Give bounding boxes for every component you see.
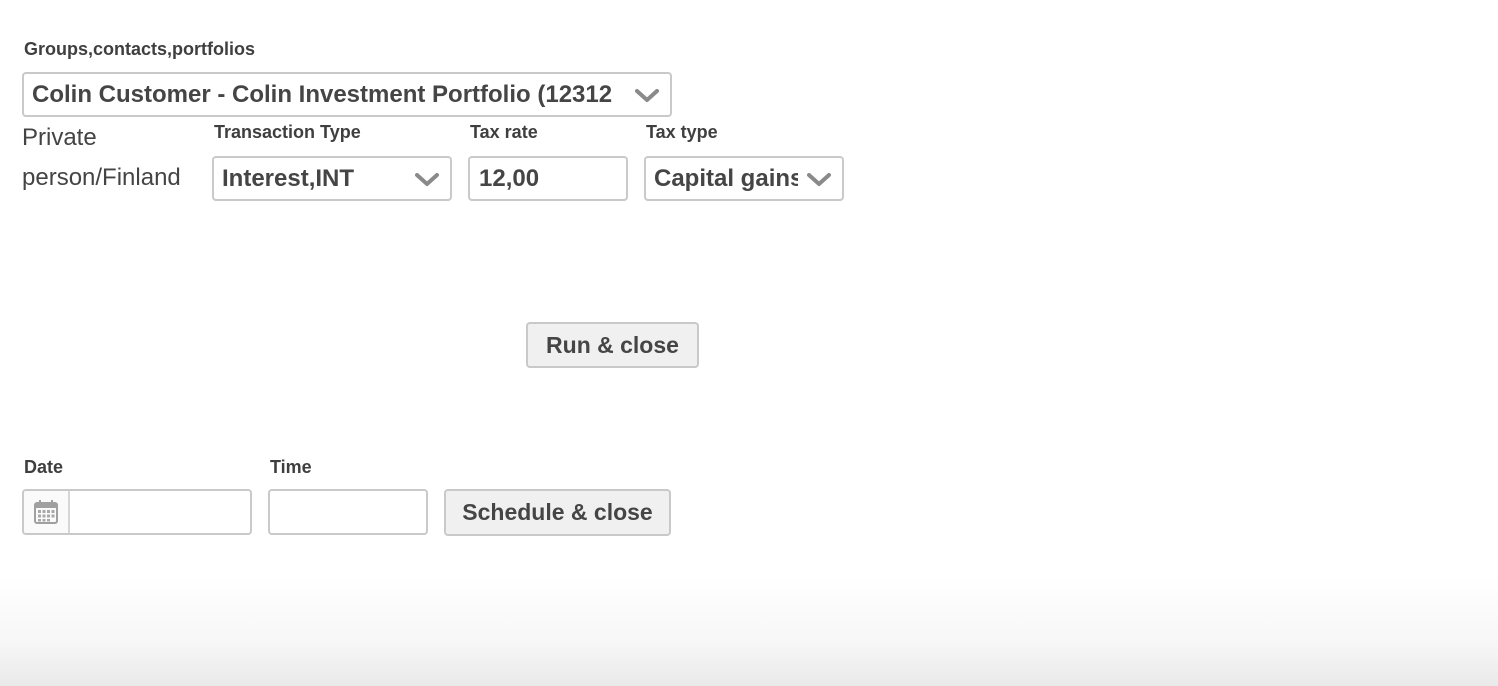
- transaction-type-select[interactable]: Interest,INT: [212, 156, 452, 201]
- chevron-down-icon: [807, 172, 831, 186]
- tax-run-dialog: Groups,contacts,portfolios Colin Custome…: [0, 0, 1498, 686]
- tax-rate-input[interactable]: 12,00: [468, 156, 628, 201]
- tax-type-select[interactable]: Capital gains: [644, 156, 844, 201]
- person-type-line2: person/Finland: [22, 164, 181, 191]
- schedule-close-button[interactable]: Schedule & close: [444, 489, 671, 536]
- time-input[interactable]: [268, 489, 428, 535]
- tax-rate-label: Tax rate: [470, 122, 538, 142]
- tax-type-value: Capital gains: [654, 164, 798, 192]
- chevron-down-icon: [415, 172, 439, 186]
- portfolio-label: Groups,contacts,portfolios: [24, 39, 256, 59]
- date-input[interactable]: [70, 491, 250, 533]
- date-label: Date: [24, 457, 64, 477]
- date-field[interactable]: [22, 489, 252, 535]
- person-type-line1: Private: [22, 124, 97, 151]
- time-label: Time: [270, 457, 312, 477]
- run-close-button[interactable]: Run & close: [526, 322, 699, 368]
- transaction-type-label: Transaction Type: [214, 122, 361, 142]
- calendar-icon[interactable]: [24, 491, 70, 533]
- transaction-type-value: Interest,INT: [222, 164, 355, 192]
- tax-type-label: Tax type: [646, 122, 718, 142]
- portfolio-select[interactable]: Colin Customer - Colin Investment Portfo…: [22, 72, 672, 117]
- footer-shade: [0, 576, 1498, 686]
- portfolio-select-value: Colin Customer - Colin Investment Portfo…: [32, 80, 613, 108]
- chevron-down-icon: [635, 88, 659, 102]
